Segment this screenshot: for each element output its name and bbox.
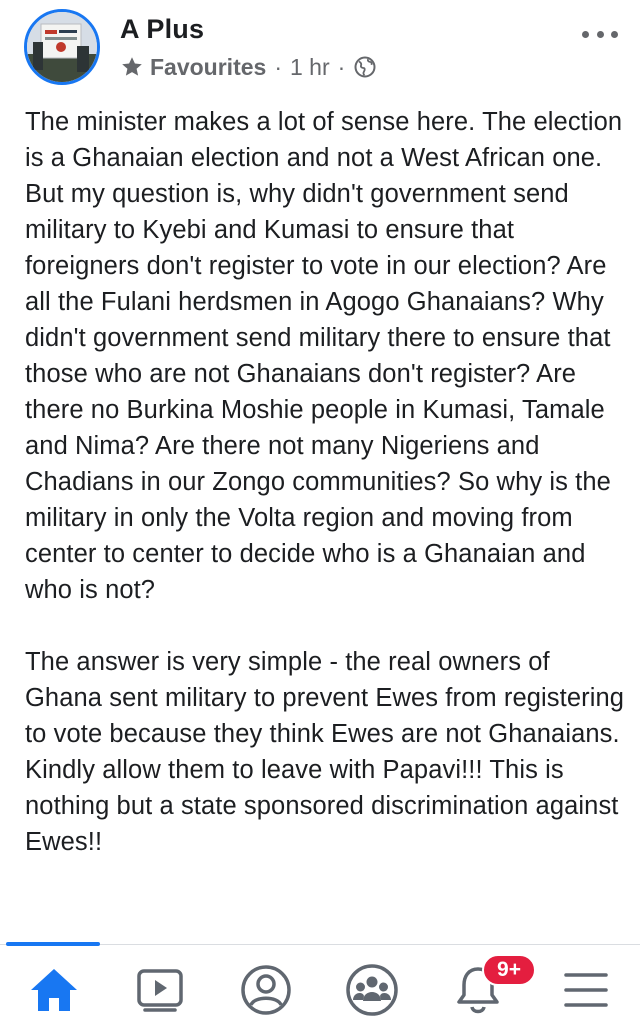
video-icon — [137, 968, 183, 1012]
notifications-badge: 9+ — [482, 954, 536, 986]
globe-icon — [354, 56, 376, 78]
hamburger-icon — [564, 972, 608, 1007]
more-options-button[interactable] — [582, 22, 618, 46]
groups-icon — [346, 963, 398, 1016]
more-icon-dot — [611, 30, 618, 38]
tab-menu[interactable] — [536, 946, 636, 1033]
home-icon — [31, 968, 77, 1011]
bottom-tab-bar — [0, 946, 640, 1033]
meta-separator: · — [337, 53, 346, 80]
avatar[interactable] — [24, 9, 100, 85]
post-paragraph: The minister makes a lot of sense here. … — [25, 108, 623, 604]
post-meta: Favourites · 1 hr · — [120, 52, 377, 82]
meta-separator: · — [274, 53, 282, 80]
tab-groups[interactable] — [322, 946, 422, 1033]
star-icon — [122, 57, 142, 76]
post-paragraph: The answer is very simple - the real own… — [25, 648, 625, 856]
tab-home[interactable] — [4, 946, 104, 1033]
post-text: The minister makes a lot of sense here. … — [25, 104, 625, 860]
tab-watch[interactable] — [110, 946, 210, 1033]
more-icon-dot — [596, 30, 604, 38]
tab-profile[interactable] — [216, 946, 316, 1033]
more-icon-dot — [582, 30, 589, 38]
profile-icon — [241, 964, 291, 1015]
post-header: A Plus Favourites · 1 hr · — [0, 0, 640, 100]
audience-label[interactable]: Favourites — [150, 54, 266, 81]
post-timestamp[interactable]: 1 hr — [290, 54, 330, 81]
post-author-name[interactable]: A Plus — [120, 14, 204, 45]
